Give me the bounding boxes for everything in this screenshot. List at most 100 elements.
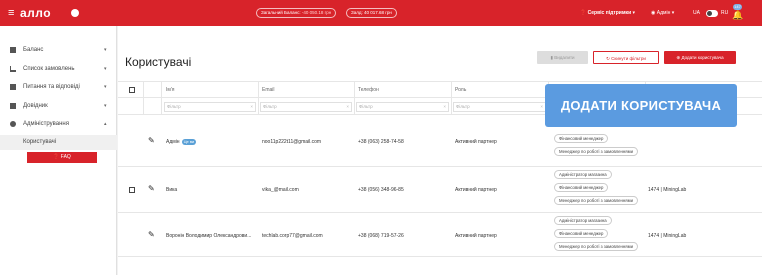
clear-icon[interactable]: × [250,103,253,111]
sidebar-item-label: Баланс [23,47,44,53]
filter-name-input[interactable]: Фільтр × [164,102,256,112]
role-chip: Фінансовий менеджер [554,229,609,238]
chevron-down-icon: ▾ [104,66,107,72]
sidebar-item-questions[interactable]: Питання та відповіді ▾ [0,81,117,94]
add-user-label: Додати користувача [681,55,724,60]
lang-ru[interactable]: RU [721,7,728,19]
sidebar-item-users[interactable]: Користувачі [0,135,117,150]
logo[interactable]: алло [20,6,51,20]
user-phone: +38 (063) 258-74-58 [358,139,404,145]
book-icon [10,103,16,109]
question-icon: ❓ [53,154,60,160]
question-icon: ❓ [580,10,587,16]
chevron-down-icon: ▾ [104,47,107,53]
user-role: Активний партнер [455,139,497,145]
balance-label: Загальний Баланс: [261,10,301,15]
lang-ua[interactable]: UA [693,7,700,19]
delete-label: Видалити [554,55,575,60]
chevron-down-icon: ▾ [632,10,636,16]
header-email[interactable]: Email [262,87,275,93]
table-row[interactable]: ✎ Воронін Володимир Олександрови... tech… [118,213,762,257]
add-user-button[interactable]: ⊕ Додати користувача [664,51,736,64]
faq-button[interactable]: ❓ FAQ [27,152,97,163]
chevron-down-icon: ▾ [104,84,107,90]
current-user-badge: Це ви [181,139,197,145]
document-icon [10,47,16,53]
user-email: noo11p222t11@gmail.com [262,139,322,145]
edit-icon[interactable]: ✎ [148,184,155,193]
add-user-tooltip: ДОДАТИ КОРИСТУВАЧА [545,84,737,127]
header-role[interactable]: Роль [455,87,466,93]
role-chip: Менеджер по роботі з замовленнями [554,242,638,251]
user-name: Воронін Володимир Олександрови... [166,233,252,239]
role-chip: Адміністратор магазина [554,170,612,179]
chat-icon [10,84,16,90]
deposit-pill: Залд: 40 017.68 грн [346,8,397,18]
user-email: vika_@mail.com [262,187,299,193]
user-email: techlab.corp77@gmail.com [262,233,323,239]
refresh-icon: ↻ [606,56,610,61]
user-label: Адмін [656,10,671,16]
sidebar-item-label: Список замовлень [23,66,75,72]
filter-phone-input[interactable]: Фільтр × [356,102,449,112]
clear-icon[interactable]: × [346,103,349,111]
header-phone[interactable]: Телефон [358,87,379,93]
balance-pill: Загальний Баланс: -40 050.18 грн [256,8,337,18]
user-menu[interactable]: ◉ Адмін ▾ [651,7,674,19]
header-name[interactable]: Ім'я [166,87,175,93]
bell-icon[interactable]: 🔔 [732,9,743,21]
chevron-up-icon: ▴ [104,121,107,127]
user-company: 1474 | MiningLab [648,187,687,193]
sidebar-item-label: Питання та відповіді [23,84,80,90]
user-role: Активний партнер [455,233,497,239]
select-all-checkbox[interactable] [129,87,135,93]
filter-email-input[interactable]: Фільтр × [260,102,352,112]
filter-placeholder: Фільтр [167,104,181,109]
gear-icon [10,121,16,127]
reset-label: Скинути фільтри [611,56,646,61]
reset-filters-button[interactable]: ↻ Скинути фільтри [593,51,659,64]
edit-icon[interactable]: ✎ [148,136,155,145]
notification-badge: 147 [733,4,742,10]
sidebar: Баланс ▾ Список замовлень ▾ Питання та в… [0,26,117,275]
delete-button[interactable]: ▮ Видалити [537,51,588,64]
user-name: Адмін Це ви [166,139,197,145]
table-row[interactable]: ✎ Вика vika_@mail.com +38 (056) 348-96-8… [118,167,762,213]
cart-icon [10,66,16,72]
user-company: 1474 | MiningLab [648,233,687,239]
filter-role-input[interactable]: Фільтр × [453,102,546,112]
top-bar: ≡ алло Загальний Баланс: -40 050.18 грн … [0,0,762,26]
sidebar-item-balance[interactable]: Баланс ▾ [0,44,117,57]
support-menu[interactable]: ❓ Сервіс підтримки ▾ [580,7,635,19]
user-phone: +38 (068) 719-57-26 [358,233,404,239]
filter-placeholder: Фільтр [263,104,277,109]
role-chip: Менеджер по роботі з замовленнями [554,147,638,156]
user-phone: +38 (056) 348-96-85 [358,187,404,193]
logo-dot-icon [71,9,79,17]
role-chip: Адміністратор магазина [554,216,612,225]
balance-value: -40 050.18 грн [301,10,332,15]
row-checkbox[interactable] [129,187,135,193]
faq-label: FAQ [60,154,71,160]
role-chip: Фінансовий менеджер [554,134,609,143]
sidebar-item-admin[interactable]: Адміністрування ▴ [0,118,117,131]
filter-placeholder: Фільтр [359,104,373,109]
lang-toggle[interactable] [706,10,718,17]
sidebar-item-label: Адміністрування [23,121,69,127]
clear-icon[interactable]: × [443,103,446,111]
user-name-text: Адмін [166,139,180,145]
page-title: Користувачі [125,55,192,69]
role-chip: Фінансовий менеджер [554,183,609,192]
trash-icon: ▮ [550,55,553,60]
clear-icon[interactable]: × [540,103,543,111]
sidebar-item-reference[interactable]: Довідник ▾ [0,100,117,113]
chevron-down-icon: ▾ [671,10,675,16]
menu-icon[interactable]: ≡ [8,8,14,19]
edit-icon[interactable]: ✎ [148,230,155,239]
sidebar-item-label: Довідник [23,103,48,109]
sidebar-item-orders[interactable]: Список замовлень ▾ [0,63,117,76]
user-icon: ◉ [651,10,656,16]
main-content: Користувачі ▮ Видалити ↻ Скинути фільтри… [118,26,762,275]
sidebar-item-label: Користувачі [23,139,57,145]
chevron-down-icon: ▾ [104,103,107,109]
